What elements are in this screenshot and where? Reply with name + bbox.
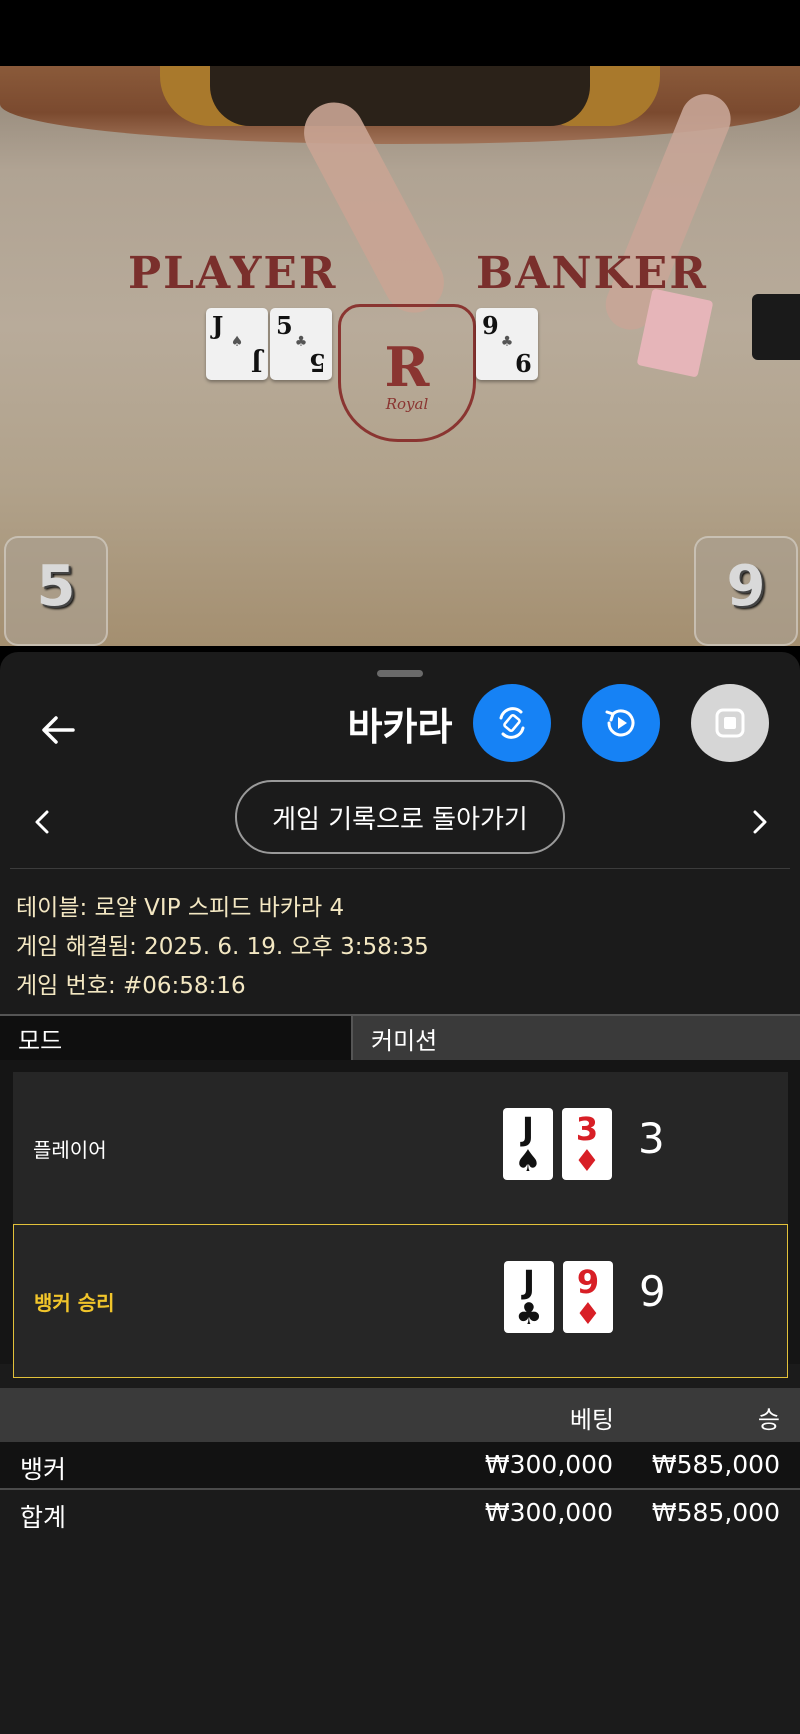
divider: [10, 868, 790, 869]
card-rank: 3: [575, 1110, 599, 1148]
banker-total: 9: [639, 1267, 666, 1316]
total-label: 합계: [20, 1503, 67, 1532]
player-total: 3: [638, 1114, 665, 1163]
table-row-total: 합계 ₩300,000 ₩585,000: [0, 1490, 800, 1536]
table-card: 5 ♣ 5: [270, 308, 332, 380]
chevron-left-icon: [35, 810, 49, 834]
rotate-button[interactable]: [473, 684, 551, 762]
sheet-grabber[interactable]: [377, 670, 423, 677]
table-row: 뱅커 ₩300,000 ₩585,000: [0, 1442, 800, 1490]
card-rank: J: [523, 1263, 535, 1301]
back-to-history-button[interactable]: 게임 기록으로 돌아가기: [235, 780, 565, 854]
chevron-right-icon: [753, 810, 767, 834]
arrow-left-icon: [42, 716, 75, 744]
previous-game-button[interactable]: [24, 802, 60, 842]
club-icon: ♣: [515, 1297, 543, 1332]
player-label: 플레이어: [33, 1137, 107, 1162]
resolved-time: 게임 해결됨: 2025. 6. 19. 오후 3:58:35: [16, 934, 429, 960]
banker-result-row: 뱅커 승리 J ♣ 9 ♦ 9: [13, 1224, 788, 1378]
card-rank: J: [522, 1110, 534, 1148]
bet-name: 뱅커: [20, 1455, 67, 1484]
tab-mode[interactable]: 모드: [0, 1016, 353, 1060]
game-history-sheet: 바카라 게임 기록으로 돌아가기 테이블: 로얄 VIP 스피드 바카라 4 게…: [0, 652, 800, 1734]
felt-player-label: PLAYER: [128, 248, 338, 299]
stop-icon: [715, 708, 745, 738]
spade-icon: ♠: [514, 1144, 542, 1179]
rotate-icon: [499, 707, 525, 739]
stop-button[interactable]: [691, 684, 769, 762]
playing-card: J ♣: [504, 1261, 554, 1333]
playing-card: 9 ♦: [563, 1261, 613, 1333]
result-panel: 플레이어 J ♠ 3 ♦ 3 뱅커 승리 J ♣ 9 ♦ 9: [0, 1060, 800, 1378]
replay-button[interactable]: [582, 684, 660, 762]
banker-score-box: 9: [694, 536, 798, 646]
card-rank: J: [250, 348, 262, 377]
dealer-body: [210, 66, 590, 126]
banker-score: 9: [726, 554, 766, 619]
replay-icon: [605, 709, 635, 737]
table-info: 테이블: 로얄 VIP 스피드 바카라 4: [16, 895, 345, 921]
page-title: 바카라: [347, 705, 453, 749]
mode-bar: 모드 커미션: [0, 1014, 800, 1062]
total-win: ₩585,000: [651, 1498, 780, 1527]
player-score: 5: [36, 554, 76, 619]
royal-crest-logo: R Royal: [338, 304, 476, 442]
win-amount: ₩585,000: [651, 1450, 780, 1479]
crest-letter: R: [384, 335, 430, 399]
header-win: 승: [757, 1406, 780, 1434]
card-rank: 9: [515, 348, 532, 377]
diamond-icon: ♦: [574, 1297, 602, 1332]
total-bet: ₩300,000: [484, 1498, 613, 1527]
table-card: J ♠ J: [206, 308, 268, 380]
live-video: PLAYER BANKER R Royal J ♠ J 5 ♣ 5 9 ♣ 9 …: [0, 66, 800, 646]
bet-table-header: 베팅 승: [0, 1388, 800, 1442]
next-game-button[interactable]: [742, 802, 778, 842]
player-score-box: 5: [4, 536, 108, 646]
bet-amount: ₩300,000: [484, 1450, 613, 1479]
card-shoe: [752, 294, 800, 360]
game-number: 게임 번호: #06:58:16: [16, 973, 246, 999]
table-card: 9 ♣ 9: [476, 308, 538, 380]
player-result-row: 플레이어 J ♠ 3 ♦ 3: [13, 1072, 788, 1224]
back-button[interactable]: [30, 702, 86, 758]
playing-card: J ♠: [503, 1108, 553, 1180]
diamond-icon: ♦: [573, 1144, 601, 1179]
card-rank: 9: [576, 1263, 600, 1301]
card-rank: 5: [309, 348, 326, 377]
felt-banker-label: BANKER: [476, 248, 708, 299]
banker-win-label: 뱅커 승리: [34, 1290, 115, 1315]
header-bet: 베팅: [569, 1406, 614, 1434]
tab-commission[interactable]: 커미션: [355, 1016, 800, 1060]
playing-card: 3 ♦: [562, 1108, 612, 1180]
status-bar: [0, 0, 800, 66]
crest-word: Royal: [385, 395, 429, 413]
